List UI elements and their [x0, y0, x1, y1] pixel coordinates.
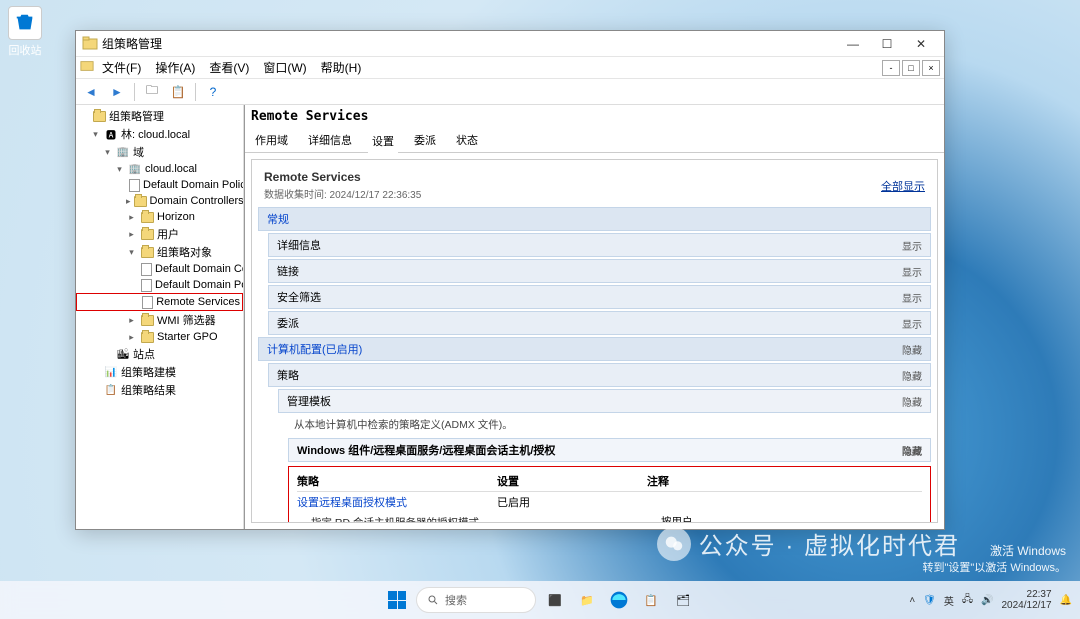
tree-model[interactable]: 📊组策略建模: [76, 363, 243, 381]
menu-file[interactable]: 文件(F): [96, 57, 147, 78]
network-icon[interactable]: 🖧: [962, 592, 973, 609]
wechat-watermark: 公众号 · 虚拟化时代君: [657, 526, 960, 561]
tree-starter[interactable]: ▸Starter GPO: [76, 329, 243, 345]
collected-time: 数据收集时间: 2024/12/17 22:36:35: [264, 186, 421, 201]
policy-header-row: 策略设置注释: [297, 471, 922, 492]
tree-result[interactable]: 📋组策略结果: [76, 381, 243, 399]
panel-title: Remote Services: [264, 170, 421, 184]
tab-scope[interactable]: 作用域: [251, 130, 292, 152]
security-icon[interactable]: 🛡: [923, 595, 936, 606]
app-taskbar-icon[interactable]: 🗂: [670, 587, 696, 613]
tab-details[interactable]: 详细信息: [304, 130, 356, 152]
policy-highlight-box: 策略设置注释 设置远程桌面授权模式 已启用 指定 RD 会话主机服务器的授权模式…: [288, 466, 931, 523]
tab-delegation[interactable]: 委派: [410, 130, 440, 152]
content-pane: Remote Services 作用域 详细信息 设置 委派 状态 Remote…: [244, 105, 944, 529]
menu-action[interactable]: 操作(A): [149, 57, 201, 78]
taskbar[interactable]: 搜索 ⬛ 📁 📋 🗂 ˄ 🛡 英 🖧 🔊 22:37 2024/12/17 🔔: [0, 581, 1080, 619]
menu-help[interactable]: 帮助(H): [315, 57, 368, 78]
menubar: 文件(F) 操作(A) 查看(V) 窗口(W) 帮助(H) - □ ×: [76, 57, 944, 79]
settings-panel[interactable]: Remote Services 数据收集时间: 2024/12/17 22:36…: [251, 159, 938, 523]
tree-ddc[interactable]: Default Domain Controlle: [76, 261, 243, 277]
policy-path-header[interactable]: Windows 组件/远程桌面服务/远程桌面会话主机/授权隐藏: [288, 438, 931, 462]
system-tray[interactable]: ˄ 🛡 英 🖧 🔊 22:37 2024/12/17 🔔: [909, 589, 1072, 611]
recycle-bin-label: 回收站: [8, 42, 42, 58]
policy1-detail: 指定 RD 会话主机服务器的授权模式。 按用户: [297, 512, 922, 523]
tree-domain[interactable]: ▾🏢cloud.local: [76, 161, 243, 177]
tree-horizon[interactable]: ▸Horizon: [76, 209, 243, 225]
explorer-icon[interactable]: 📁: [574, 587, 600, 613]
mdi-restore-button[interactable]: -: [882, 60, 900, 76]
search-icon: [427, 594, 439, 606]
notification-icon[interactable]: 🔔: [1060, 595, 1072, 606]
section-policies[interactable]: 策略隐藏: [268, 363, 931, 387]
activation-watermark: 激活 Windows 转到"设置"以激活 Windows。: [923, 542, 1067, 575]
clock[interactable]: 22:37 2024/12/17: [1001, 589, 1051, 611]
refresh-button[interactable]: 📋: [167, 81, 189, 103]
up-button[interactable]: 🗀: [141, 81, 163, 103]
section-admin-templates[interactable]: 管理模板隐藏: [278, 389, 931, 413]
tree-dc[interactable]: ▸Domain Controllers: [76, 193, 243, 209]
mdi-close-button[interactable]: ×: [922, 60, 940, 76]
edge-icon[interactable]: [606, 587, 632, 613]
mdi-max-button[interactable]: □: [902, 60, 920, 76]
tree-ddp2[interactable]: Default Domain Policy: [76, 277, 243, 293]
back-button[interactable]: ◄: [80, 81, 102, 103]
content-heading: Remote Services: [251, 109, 938, 124]
maximize-button[interactable]: ☐: [870, 33, 904, 55]
admx-note: 从本地计算机中检索的策略定义(ADMX 文件)。: [288, 413, 931, 436]
tree-root[interactable]: 组策略管理: [76, 107, 243, 125]
toolbar: ◄ ► 🗀 📋 ?: [76, 79, 944, 105]
forward-button[interactable]: ►: [106, 81, 128, 103]
policy-row-1[interactable]: 设置远程桌面授权模式 已启用: [297, 492, 922, 512]
section-general[interactable]: 常规: [258, 207, 931, 231]
section-detailinfo[interactable]: 详细信息显示: [268, 233, 931, 257]
taskbar-search[interactable]: 搜索: [416, 587, 536, 613]
minimize-button[interactable]: —: [836, 33, 870, 55]
tree-wmi[interactable]: ▸WMI 筛选器: [76, 311, 243, 329]
section-links[interactable]: 链接显示: [268, 259, 931, 283]
titlebar[interactable]: 组策略管理 — ☐ ✕: [76, 31, 944, 57]
gpmc-window: 组策略管理 — ☐ ✕ 文件(F) 操作(A) 查看(V) 窗口(W) 帮助(H…: [75, 30, 945, 530]
section-computer-config[interactable]: 计算机配置(已启用)隐藏: [258, 337, 931, 361]
tab-settings[interactable]: 设置: [368, 131, 398, 153]
nav-tree[interactable]: 组策略管理 ▾🅰林: cloud.local ▾🏢域 ▾🏢cloud.local…: [76, 105, 244, 529]
tray-chevron-icon[interactable]: ˄: [909, 595, 915, 606]
tabs: 作用域 详细信息 设置 委派 状态: [245, 128, 944, 153]
tree-forest[interactable]: ▾🅰林: cloud.local: [76, 125, 243, 143]
tree-ddp[interactable]: Default Domain Policy: [76, 177, 243, 193]
wechat-icon: [657, 527, 691, 561]
help-button[interactable]: ?: [202, 81, 224, 103]
gpmc-taskbar-icon[interactable]: 📋: [638, 587, 664, 613]
window-title: 组策略管理: [102, 35, 836, 52]
ime-indicator[interactable]: 英: [944, 593, 954, 608]
app-icon: [82, 36, 98, 52]
tab-status[interactable]: 状态: [452, 130, 482, 152]
close-button[interactable]: ✕: [904, 33, 938, 55]
menu-view[interactable]: 查看(V): [203, 57, 255, 78]
tree-remote-services[interactable]: Remote Services: [76, 293, 243, 311]
app-menu-icon[interactable]: [80, 59, 94, 76]
start-button[interactable]: [384, 587, 410, 613]
tree-sites[interactable]: 🏙站点: [76, 345, 243, 363]
volume-icon[interactable]: 🔊: [981, 595, 993, 606]
task-view-icon[interactable]: ⬛: [542, 587, 568, 613]
section-secfilter[interactable]: 安全筛选显示: [268, 285, 931, 309]
show-all-link[interactable]: 全部显示: [881, 178, 925, 194]
policy1-link: 设置远程桌面授权模式: [297, 494, 497, 510]
recycle-bin[interactable]: 回收站: [8, 6, 42, 58]
tree-domains[interactable]: ▾🏢域: [76, 143, 243, 161]
recycle-bin-icon: [8, 6, 42, 40]
menu-window[interactable]: 窗口(W): [257, 57, 312, 78]
tree-users[interactable]: ▸用户: [76, 225, 243, 243]
tree-gpo[interactable]: ▾组策略对象: [76, 243, 243, 261]
section-delegation[interactable]: 委派显示: [268, 311, 931, 335]
